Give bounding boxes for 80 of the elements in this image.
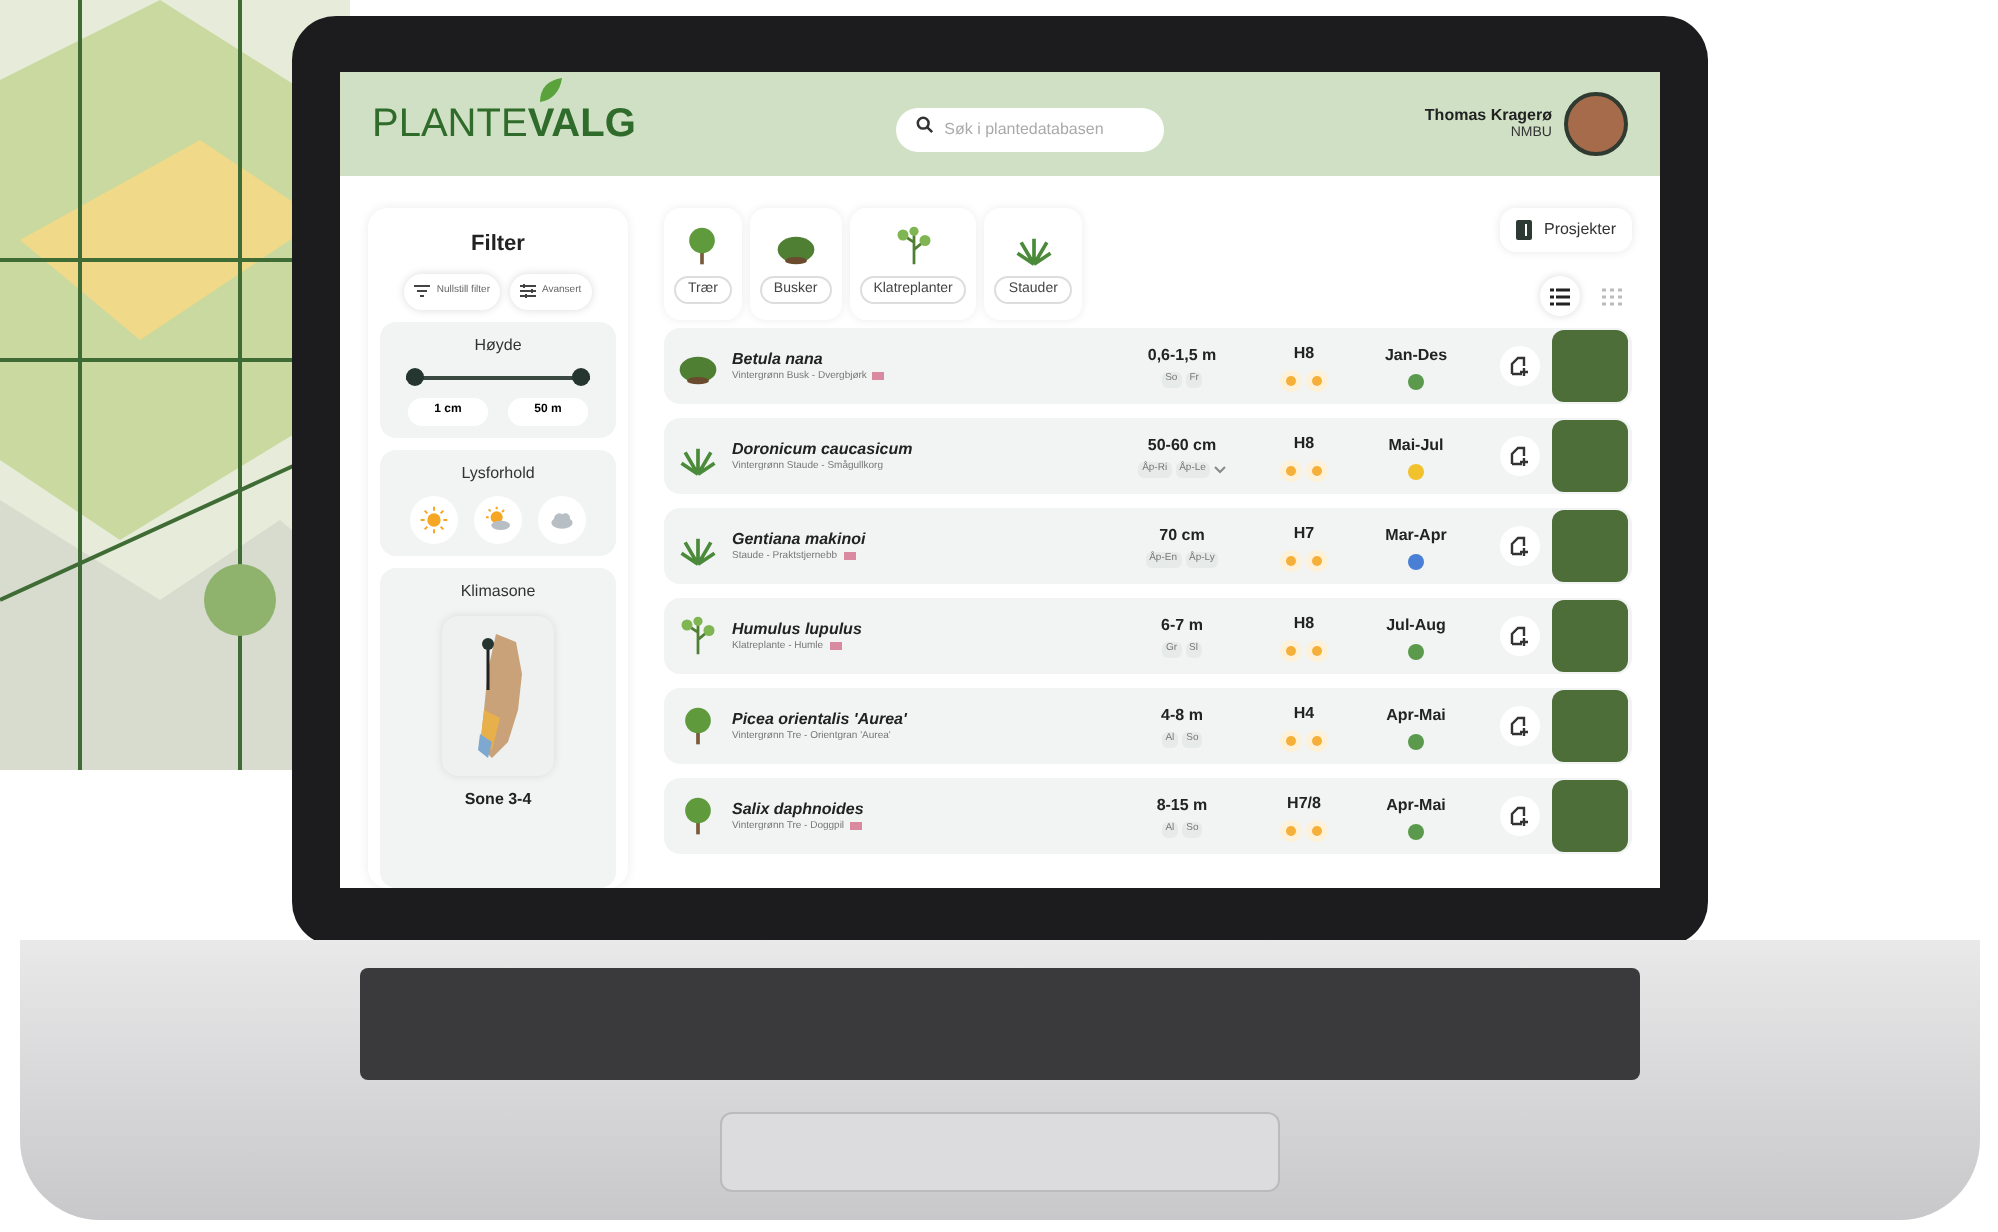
sun-icon: [1306, 549, 1328, 571]
sun-icon: [1280, 729, 1302, 751]
hardiness-zone: H7/8: [1287, 791, 1321, 815]
plant-name: Salix daphnoides: [732, 799, 866, 820]
search-icon: [916, 115, 935, 133]
sun-icon: [1306, 819, 1328, 841]
add-icon: [1510, 716, 1530, 736]
list-icon: [1550, 287, 1570, 305]
add-to-project-button[interactable]: [1500, 436, 1540, 476]
photo-placeholder: [1552, 420, 1628, 492]
add-to-project-button[interactable]: [1500, 526, 1540, 566]
sun-icon: [418, 503, 450, 535]
plant-height: 70 cm: [1159, 524, 1205, 549]
season: Apr-Mai: [1386, 703, 1446, 727]
range-slider[interactable]: [406, 367, 590, 387]
photo-placeholder: [1552, 510, 1628, 582]
hardiness-zone: H7: [1293, 521, 1315, 545]
light-title: Lysforhold: [461, 461, 535, 485]
sun-icon: [1280, 369, 1302, 391]
season: Mai-Jul: [1388, 433, 1444, 457]
sliders-icon: [520, 284, 536, 298]
sun-icon: [1306, 729, 1328, 751]
hardiness-zone: H8: [1293, 341, 1315, 365]
sun-icon: [1280, 819, 1302, 841]
add-to-project-button[interactable]: [1500, 346, 1540, 386]
photo-placeholder: [1552, 330, 1628, 402]
filter-title: Filter: [471, 230, 525, 260]
add-icon: [1510, 536, 1530, 556]
slider-handle[interactable]: [406, 368, 424, 386]
plant-height: 4-8 m: [1161, 704, 1203, 729]
hardiness-zone: H8: [1293, 611, 1315, 635]
season: Apr-Mai: [1386, 793, 1446, 817]
plant-name: Picea orientalis 'Aurea': [732, 709, 909, 730]
avatar[interactable]: [1564, 92, 1628, 156]
projects-button[interactable]: Prosjekter: [1499, 208, 1632, 252]
leaf-icon: [535, 76, 564, 104]
add-icon: [1510, 626, 1530, 646]
season: Jul-Aug: [1386, 613, 1446, 637]
hardiness-zone: H8: [1293, 431, 1315, 455]
sun-icon: [1280, 639, 1302, 661]
grid-icon: [1602, 287, 1622, 305]
document-icon: [1515, 220, 1532, 240]
plant-height: 8-15 m: [1156, 794, 1208, 819]
plant-name: Gentiana makinoi: [732, 529, 868, 550]
list-view-button[interactable]: [1540, 276, 1580, 316]
hardiness-zone: H4: [1293, 701, 1315, 725]
add-icon: [1510, 356, 1530, 376]
add-to-project-button[interactable]: [1500, 706, 1540, 746]
plant-name: Doronicum caucasicum: [732, 439, 915, 460]
sun-icon: [1306, 369, 1328, 391]
climate-title: Klimasone: [460, 579, 536, 603]
search-field[interactable]: Søk i plantedatabasen: [896, 107, 1165, 151]
slider-handle[interactable]: [572, 368, 590, 386]
sun-icon: [1306, 459, 1328, 481]
photo-placeholder: [1552, 600, 1628, 672]
plant-height: 50-60 cm: [1147, 434, 1217, 459]
add-icon: [1510, 446, 1530, 466]
add-to-project-button[interactable]: [1500, 796, 1540, 836]
sun-behind-cloud-icon: [482, 503, 514, 535]
plant-name: Betula nana: [732, 349, 825, 370]
chevron-down-icon[interactable]: [1213, 466, 1226, 474]
logo-text-bold: VALG: [527, 104, 636, 144]
height-title: Høyde: [474, 333, 522, 357]
photo-placeholder: [1552, 690, 1628, 762]
filter-icon: [414, 284, 431, 298]
plant-height: 0,6-1,5 m: [1147, 344, 1217, 369]
sun-icon: [1280, 549, 1302, 571]
sun-icon: [1280, 459, 1302, 481]
sun-icon: [1306, 639, 1328, 661]
add-to-project-button[interactable]: [1500, 616, 1540, 656]
user-name: Thomas Kragerø: [1424, 105, 1552, 124]
climate-zone: Sone 3-4: [464, 787, 532, 811]
plant-height: 6-7 m: [1161, 614, 1203, 639]
plant-name: Humulus lupulus: [732, 619, 864, 640]
plant-icon: [676, 614, 720, 658]
logo-text: PLANTE: [372, 104, 528, 144]
season: Mar-Apr: [1385, 523, 1447, 547]
season: Jan-Des: [1384, 343, 1448, 367]
photo-placeholder: [1552, 780, 1628, 852]
add-icon: [1510, 806, 1530, 826]
